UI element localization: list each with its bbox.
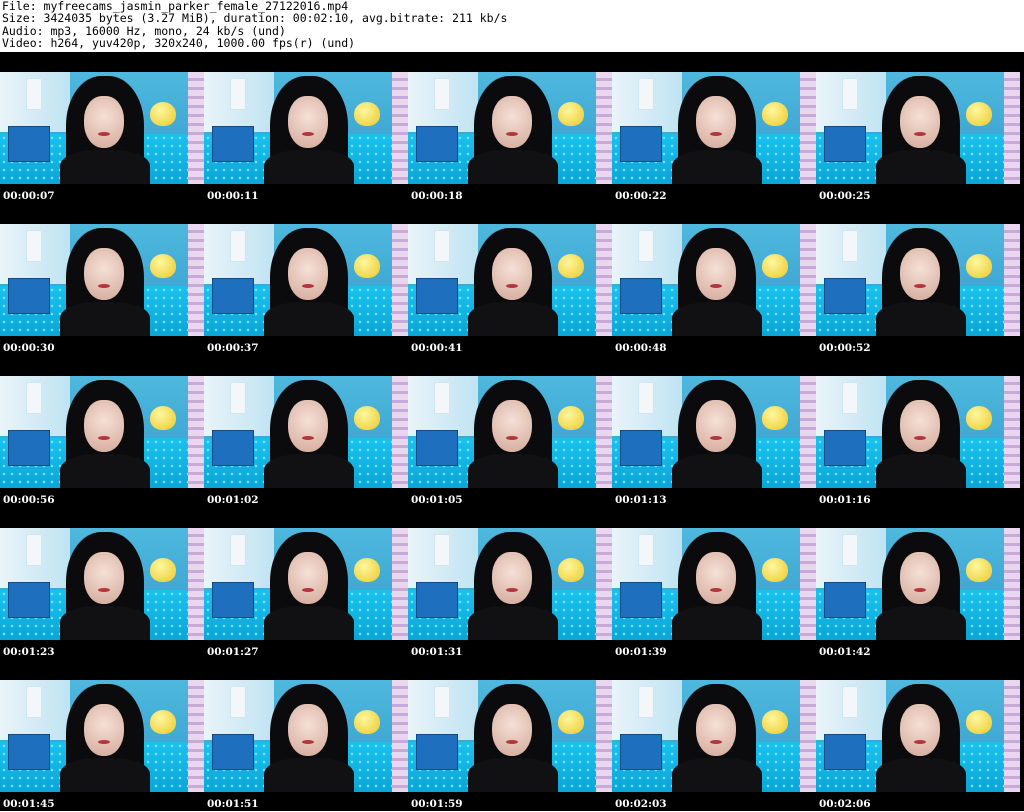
thumbnail-cell: 00:02:06 — [816, 660, 1020, 812]
video-frame-image — [408, 72, 612, 184]
video-info-line: Video: h264, yuv420p, 320x240, 1000.00 f… — [2, 36, 356, 51]
video-frame-image — [612, 72, 816, 184]
thumbnail-timestamp: 00:01:31 — [411, 646, 463, 658]
thumbnail-cell: 00:01:13 — [612, 356, 816, 508]
video-frame-image — [612, 376, 816, 488]
video-frame-image — [816, 680, 1020, 792]
file-size-line: Size: 3424035 bytes (3.27 MiB), duration… — [2, 11, 508, 26]
thumbnail-timestamp: 00:00:41 — [411, 342, 463, 354]
video-frame-image — [408, 528, 612, 640]
video-frame-image — [816, 528, 1020, 640]
thumbnail-timestamp: 00:01:02 — [207, 494, 259, 506]
thumbnail-timestamp: 00:01:16 — [819, 494, 871, 506]
thumbnail-timestamp: 00:01:13 — [615, 494, 667, 506]
video-frame-image — [204, 224, 408, 336]
video-frame-image — [408, 376, 612, 488]
thumbnail-cell: 00:00:18 — [408, 52, 612, 204]
thumbnail-timestamp: 00:01:23 — [3, 646, 55, 658]
video-frame-image — [816, 376, 1020, 488]
video-frame-image — [0, 528, 204, 640]
video-frame-image — [204, 680, 408, 792]
video-frame-image — [0, 72, 204, 184]
video-frame-image — [204, 528, 408, 640]
thumbnail-timestamp: 00:00:07 — [3, 190, 55, 202]
thumbnail-cell: 00:01:31 — [408, 508, 612, 660]
thumbnail-cell: 00:00:30 — [0, 204, 204, 356]
thumbnail-cell: 00:00:25 — [816, 52, 1020, 204]
thumbnail-cell: 00:00:22 — [612, 52, 816, 204]
thumbnail-cell: 00:01:51 — [204, 660, 408, 812]
video-frame-image — [612, 680, 816, 792]
thumbnail-timestamp: 00:00:37 — [207, 342, 259, 354]
thumbnail-cell: 00:00:37 — [204, 204, 408, 356]
thumbnail-cell: 00:01:05 — [408, 356, 612, 508]
thumbnail-cell: 00:00:07 — [0, 52, 204, 204]
thumbnail-cell: 00:01:02 — [204, 356, 408, 508]
thumbnail-timestamp: 00:02:03 — [615, 798, 667, 810]
thumbnail-timestamp: 00:01:45 — [3, 798, 55, 810]
thumbnail-timestamp: 00:00:22 — [615, 190, 667, 202]
thumbnail-cell: 00:00:11 — [204, 52, 408, 204]
thumbnail-timestamp: 00:00:30 — [3, 342, 55, 354]
video-frame-image — [0, 376, 204, 488]
thumbnail-timestamp: 00:00:11 — [207, 190, 259, 202]
thumbnail-timestamp: 00:00:25 — [819, 190, 871, 202]
thumbnail-cell: 00:01:23 — [0, 508, 204, 660]
thumbnail-timestamp: 00:01:42 — [819, 646, 871, 658]
video-frame-image — [612, 224, 816, 336]
thumbnail-cell: 00:02:03 — [612, 660, 816, 812]
video-frame-image — [816, 72, 1020, 184]
thumbnail-timestamp: 00:01:39 — [615, 646, 667, 658]
thumbnail-timestamp: 00:00:52 — [819, 342, 871, 354]
thumbnail-cell: 00:00:56 — [0, 356, 204, 508]
file-info-header: File: myfreecams_jasmin_parker_female_27… — [0, 0, 1024, 52]
thumbnail-cell: 00:01:16 — [816, 356, 1020, 508]
thumbnail-cell: 00:00:48 — [612, 204, 816, 356]
thumbnail-cell: 00:00:41 — [408, 204, 612, 356]
thumbnail-cell: 00:01:59 — [408, 660, 612, 812]
thumbnail-timestamp: 00:00:56 — [3, 494, 55, 506]
thumbnail-cell: 00:00:52 — [816, 204, 1020, 356]
thumbnail-timestamp: 00:01:51 — [207, 798, 259, 810]
video-frame-image — [612, 528, 816, 640]
video-frame-image — [204, 376, 408, 488]
video-frame-image — [0, 224, 204, 336]
thumbnail-timestamp: 00:00:18 — [411, 190, 463, 202]
thumbnail-cell: 00:01:42 — [816, 508, 1020, 660]
video-frame-image — [0, 680, 204, 792]
video-frame-image — [204, 72, 408, 184]
video-frame-image — [408, 224, 612, 336]
thumbnail-timestamp: 00:01:27 — [207, 646, 259, 658]
thumbnail-timestamp: 00:01:05 — [411, 494, 463, 506]
video-frame-image — [408, 680, 612, 792]
thumbnail-cell: 00:01:27 — [204, 508, 408, 660]
thumbnail-timestamp: 00:01:59 — [411, 798, 463, 810]
thumbnail-timestamp: 00:00:48 — [615, 342, 667, 354]
thumbnail-cell: 00:01:45 — [0, 660, 204, 812]
thumbnail-grid: 00:00:07 00:00:11 00:00:18 00:00:22 00:00:25… — [0, 52, 1024, 811]
thumbnail-cell: 00:01:39 — [612, 508, 816, 660]
thumbnail-timestamp: 00:02:06 — [819, 798, 871, 810]
video-frame-image — [816, 224, 1020, 336]
